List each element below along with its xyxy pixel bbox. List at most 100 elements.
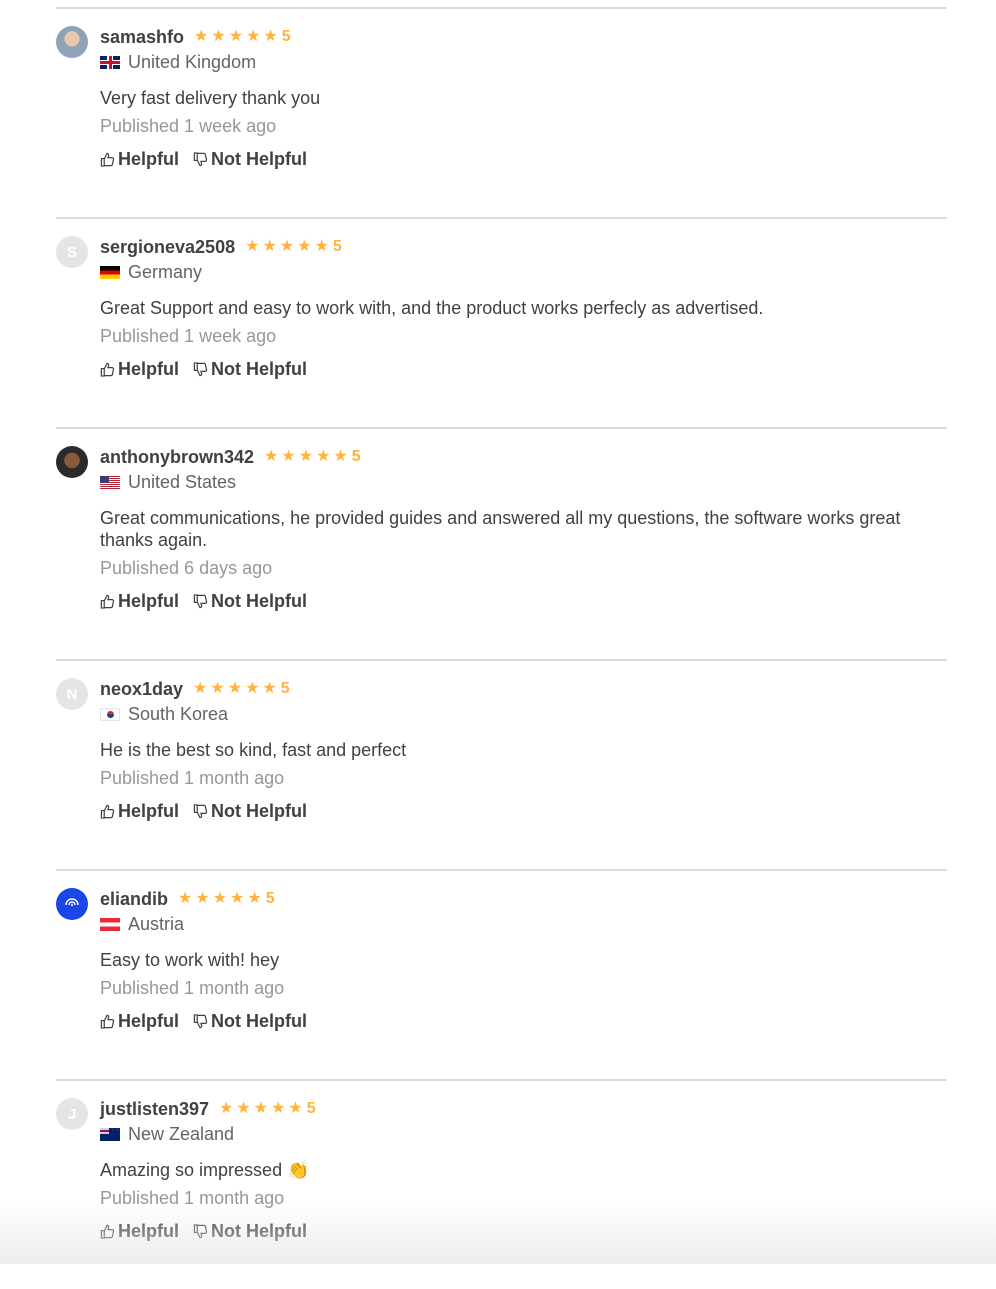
helpful-button[interactable]: Helpful — [100, 359, 179, 380]
review-username[interactable]: samashfo — [100, 27, 184, 48]
helpful-label: Helpful — [118, 359, 179, 379]
star-icon: ★ — [210, 680, 225, 697]
not-helpful-label: Not Helpful — [211, 359, 307, 379]
star-icon: ★ — [333, 448, 348, 465]
star-icon: ★ — [262, 680, 277, 697]
star-icon: ★ — [219, 1100, 234, 1117]
not-helpful-button[interactable]: Not Helpful — [193, 1221, 307, 1242]
helpful-label: Helpful — [118, 1221, 179, 1241]
review-country: South Korea — [128, 703, 229, 724]
star-rating: ★ ★ ★ ★ ★ 5 — [219, 1100, 316, 1118]
star-icon: ★ — [271, 1100, 286, 1117]
avatar[interactable]: S — [56, 236, 88, 268]
thumbs-down-icon — [193, 804, 208, 819]
flag-us-icon — [100, 475, 120, 489]
star-rating: ★ ★ ★ ★ ★ 5 — [194, 28, 291, 46]
media-logo-icon — [65, 898, 79, 906]
thumbs-down-icon — [193, 594, 208, 609]
thumbs-up-icon — [100, 804, 115, 819]
helpful-button[interactable]: Helpful — [100, 1011, 179, 1032]
star-icon: ★ — [298, 448, 314, 465]
review-username[interactable]: sergioneva2508 — [100, 237, 235, 258]
star-icon: ★ — [264, 448, 279, 465]
avatar[interactable] — [56, 446, 88, 478]
review-country: Austria — [128, 913, 185, 934]
rating-value: 5 — [351, 448, 361, 465]
star-rating: ★ ★ ★ ★ ★ 5 — [264, 448, 361, 466]
star-icon: ★ — [316, 448, 331, 465]
thumbs-down-icon — [193, 1014, 208, 1029]
avatar[interactable]: N — [56, 678, 88, 710]
avatar[interactable] — [56, 26, 88, 58]
thumbs-up-icon — [100, 1014, 115, 1029]
flag-at-icon — [100, 917, 120, 931]
rating-value: 5 — [306, 1100, 316, 1117]
rating-value: 5 — [281, 28, 291, 45]
review-text: Easy to work with! hey — [100, 950, 280, 970]
flag-gb-icon — [100, 55, 120, 69]
star-icon: ★ — [288, 1100, 303, 1117]
star-icon: ★ — [230, 890, 245, 907]
not-helpful-button[interactable]: Not Helpful — [193, 1011, 307, 1032]
review-item: anthonybrown342 ★ ★ ★ ★ ★ 5 United State… — [56, 427, 947, 659]
review-country: Germany — [128, 261, 203, 282]
star-icon: ★ — [247, 890, 262, 907]
avatar[interactable]: J — [56, 1098, 88, 1130]
review-text: He is the best so kind, fast and perfect — [100, 740, 407, 760]
rating-value: 5 — [265, 890, 275, 907]
review-username[interactable]: anthonybrown342 — [100, 447, 254, 468]
rating-value: 5 — [280, 680, 290, 697]
review-username[interactable]: neox1day — [100, 679, 183, 700]
review-item: J justlisten397 ★ ★ ★ ★ ★ 5 New Zealand … — [56, 1079, 947, 1289]
star-icon: ★ — [262, 238, 277, 255]
star-icon: ★ — [178, 890, 193, 907]
star-icon: ★ — [228, 28, 244, 45]
star-icon: ★ — [227, 680, 243, 697]
helpful-button[interactable]: Helpful — [100, 591, 179, 612]
flag-kr-icon — [100, 707, 120, 721]
star-icon: ★ — [195, 890, 210, 907]
flag-nz-icon — [100, 1127, 120, 1141]
helpful-label: Helpful — [118, 149, 179, 169]
star-icon: ★ — [314, 238, 329, 255]
review-country: New Zealand — [128, 1123, 235, 1144]
star-icon: ★ — [281, 448, 296, 465]
reviews-list: samashfo ★ ★ ★ ★ ★ 5 United Kingdom Very… — [56, 7, 947, 1289]
helpful-button[interactable]: Helpful — [100, 1221, 179, 1242]
review-published: Published 6 days ago — [100, 558, 273, 578]
thumbs-down-icon — [193, 362, 208, 377]
review-text: Great communications, he provided guides… — [100, 508, 901, 550]
star-icon: ★ — [245, 238, 260, 255]
not-helpful-label: Not Helpful — [211, 801, 307, 821]
thumbs-down-icon — [193, 152, 208, 167]
review-item: N neox1day ★ ★ ★ ★ ★ 5 South Korea He is… — [56, 659, 947, 869]
avatar[interactable] — [56, 888, 88, 920]
not-helpful-button[interactable]: Not Helpful — [193, 359, 307, 380]
thumbs-up-icon — [100, 1224, 115, 1239]
review-item: S sergioneva2508 ★ ★ ★ ★ ★ 5 Germany Gre… — [56, 217, 947, 427]
star-icon: ★ — [297, 238, 312, 255]
thumbs-up-icon — [100, 152, 115, 167]
review-published: Published 1 month ago — [100, 768, 285, 788]
not-helpful-button[interactable]: Not Helpful — [193, 801, 307, 822]
helpful-button[interactable]: Helpful — [100, 149, 179, 170]
star-rating: ★ ★ ★ ★ ★ 5 — [193, 680, 290, 698]
star-icon: ★ — [279, 238, 295, 255]
rating-value: 5 — [332, 238, 342, 255]
review-published: Published 1 month ago — [100, 1188, 285, 1208]
review-item: samashfo ★ ★ ★ ★ ★ 5 United Kingdom Very… — [56, 7, 947, 217]
not-helpful-label: Not Helpful — [211, 1221, 307, 1241]
review-published: Published 1 week ago — [100, 116, 277, 136]
review-country: United Kingdom — [128, 51, 257, 72]
not-helpful-button[interactable]: Not Helpful — [193, 149, 307, 170]
not-helpful-button[interactable]: Not Helpful — [193, 591, 307, 612]
star-icon: ★ — [236, 1100, 251, 1117]
helpful-button[interactable]: Helpful — [100, 801, 179, 822]
review-published: Published 1 month ago — [100, 978, 285, 998]
review-username[interactable]: justlisten397 — [100, 1099, 209, 1120]
not-helpful-label: Not Helpful — [211, 591, 307, 611]
star-icon: ★ — [193, 680, 208, 697]
not-helpful-label: Not Helpful — [211, 1011, 307, 1031]
review-username[interactable]: eliandib — [100, 889, 168, 910]
thumbs-down-icon — [193, 1224, 208, 1239]
